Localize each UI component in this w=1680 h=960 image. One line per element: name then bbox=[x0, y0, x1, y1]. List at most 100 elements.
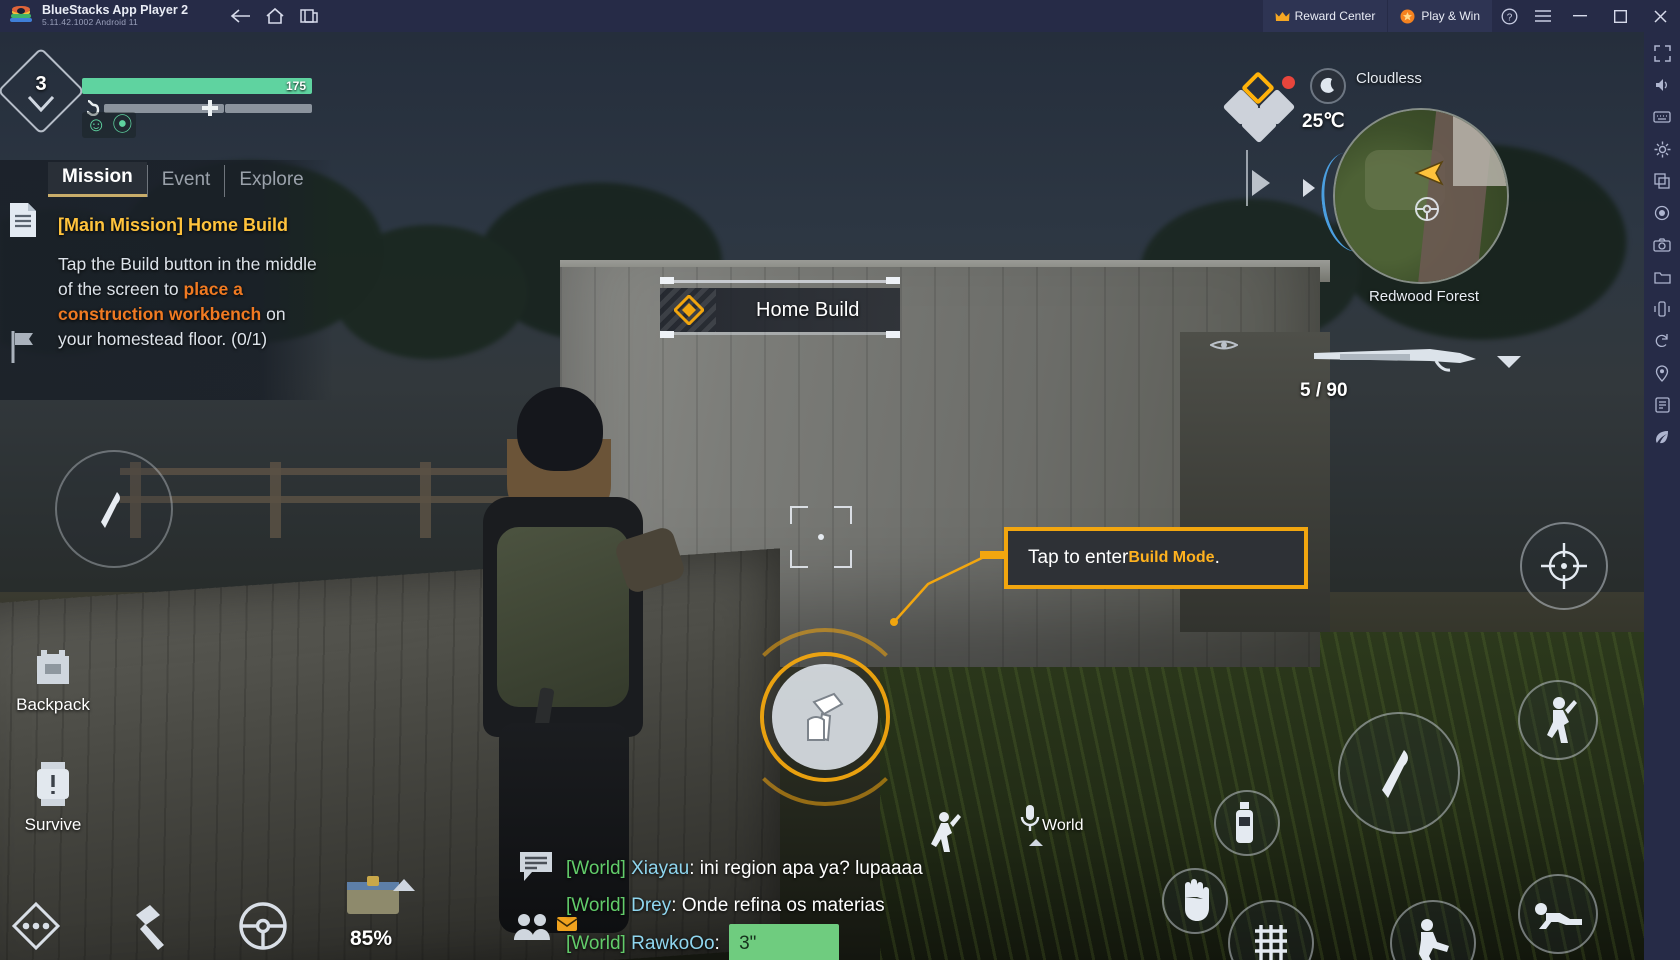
minimize-icon[interactable] bbox=[1560, 0, 1600, 32]
crown-icon bbox=[1275, 11, 1290, 22]
item-button[interactable] bbox=[1214, 790, 1280, 856]
hydration-bar bbox=[225, 104, 312, 113]
survive-button[interactable]: Survive bbox=[12, 760, 94, 835]
fire-button[interactable] bbox=[1338, 712, 1460, 834]
help-circle-icon[interactable]: ? bbox=[1492, 0, 1526, 32]
close-icon[interactable] bbox=[1640, 0, 1680, 32]
game-viewport[interactable]: 3 175 ☺ ⦿ Mission Event Explore [Main Mi… bbox=[0, 32, 1644, 960]
backpack-icon bbox=[29, 642, 77, 693]
weapon-chevron-down-icon[interactable] bbox=[1496, 354, 1522, 375]
chat-message: [World] Xiayau: ini region apa ya? lupaa… bbox=[566, 850, 1206, 887]
pickup-button[interactable] bbox=[1162, 868, 1228, 934]
jump-button[interactable] bbox=[1518, 680, 1598, 760]
people-icon[interactable] bbox=[512, 912, 556, 947]
quest-diamond-icon bbox=[672, 293, 706, 327]
banner-cap-bottom-left bbox=[660, 331, 674, 338]
speaker-icon[interactable] bbox=[1646, 70, 1678, 100]
pin-icon[interactable] bbox=[1646, 358, 1678, 388]
script-icon[interactable] bbox=[1646, 390, 1678, 420]
record-icon[interactable] bbox=[1646, 198, 1678, 228]
reward-center-button[interactable]: Reward Center bbox=[1262, 0, 1388, 32]
survive-label: Survive bbox=[24, 815, 82, 834]
bluestacks-sidebar bbox=[1644, 32, 1680, 960]
chat-channel: [World] bbox=[566, 895, 626, 916]
chat-messages[interactable]: [World] Xiayau: ini region apa ya? lupaa… bbox=[566, 850, 1206, 960]
title-bar: BlueStacks App Player 2 5.11.42.1002 And… bbox=[0, 0, 1680, 32]
maximize-icon[interactable] bbox=[1600, 0, 1640, 32]
chat-input[interactable]: 3" bbox=[729, 924, 840, 960]
crouch-icon bbox=[1419, 919, 1449, 960]
tab-explore[interactable]: Explore bbox=[224, 165, 317, 197]
build-mode-button[interactable] bbox=[736, 628, 914, 806]
folder-icon[interactable] bbox=[1646, 262, 1678, 292]
minimap-tick-line bbox=[1246, 150, 1248, 206]
bottom-toolbar bbox=[10, 900, 288, 957]
home-icon[interactable] bbox=[258, 0, 292, 32]
player-arrow-icon bbox=[1414, 160, 1444, 191]
move-joystick[interactable] bbox=[55, 450, 173, 568]
weather-condition: Cloudless bbox=[1356, 70, 1422, 87]
buff-icons[interactable]: ☺ ⦿ bbox=[82, 112, 137, 138]
shake-icon[interactable] bbox=[1646, 294, 1678, 324]
backpack-label: Backpack bbox=[16, 695, 90, 714]
document-icon[interactable] bbox=[8, 202, 38, 243]
chat-author: Drey bbox=[631, 895, 672, 916]
reload-button[interactable] bbox=[1228, 900, 1314, 960]
voice-channel-triangle-icon[interactable] bbox=[1028, 838, 1044, 850]
region-name: Redwood Forest bbox=[1368, 288, 1480, 305]
level-value: 3 bbox=[35, 72, 47, 95]
reload-icon bbox=[1255, 925, 1287, 960]
fullscreen-icon[interactable] bbox=[1646, 38, 1678, 68]
chat-text: ini region apa ya? lupaaaa bbox=[699, 858, 923, 879]
chat-message: [World] Drey: Onde refina os materias bbox=[566, 887, 1206, 924]
tooltip-pointer-line bbox=[890, 554, 987, 626]
diamond-cluster-icon[interactable] bbox=[1222, 71, 1296, 144]
prone-button[interactable] bbox=[1518, 874, 1598, 954]
microphone-icon[interactable] bbox=[1020, 804, 1040, 839]
recents-icon[interactable] bbox=[292, 0, 326, 32]
bullet-icon bbox=[1382, 750, 1408, 798]
quest-banner-label: Home Build bbox=[756, 298, 860, 321]
chat-bubble-icon[interactable] bbox=[518, 850, 554, 889]
coin-icon bbox=[1400, 9, 1415, 24]
plus-icon bbox=[200, 98, 220, 123]
expand-triangle-up-icon[interactable] bbox=[392, 878, 416, 897]
quest-banner[interactable]: Home Build bbox=[660, 288, 900, 332]
shotgun-icon[interactable] bbox=[1310, 337, 1480, 377]
mission-tabs: Mission Event Explore bbox=[48, 162, 318, 197]
bullet-icon bbox=[101, 492, 120, 528]
hammer-icon[interactable] bbox=[126, 901, 174, 956]
chevron-down-icon bbox=[27, 95, 55, 113]
play-and-win-button[interactable]: Play & Win bbox=[1388, 0, 1492, 32]
backpack-button[interactable]: Backpack bbox=[12, 642, 94, 715]
stomach-buff-icon: ⦿ bbox=[112, 114, 133, 136]
tab-event[interactable]: Event bbox=[146, 165, 225, 197]
build-mode-tooltip[interactable]: Tap to enter Build Mode . bbox=[1004, 527, 1308, 589]
mission-description: Tap the Build button in the middle of th… bbox=[58, 252, 320, 352]
emote-run-icon[interactable] bbox=[928, 810, 966, 859]
banner-cap-right bbox=[886, 277, 900, 284]
steering-wheel-icon[interactable] bbox=[238, 901, 288, 956]
tab-mission[interactable]: Mission bbox=[48, 162, 147, 197]
play-and-win-label: Play & Win bbox=[1421, 9, 1480, 23]
voice-channel-label: World bbox=[1042, 817, 1084, 834]
back-icon[interactable] bbox=[224, 0, 258, 32]
camera-icon[interactable] bbox=[1646, 230, 1678, 260]
copy-icon[interactable] bbox=[1646, 166, 1678, 196]
eye-icon[interactable] bbox=[1208, 337, 1240, 358]
level-badge[interactable]: 3 bbox=[0, 47, 85, 135]
watch-alert-icon bbox=[33, 760, 73, 813]
crouch-button[interactable] bbox=[1390, 900, 1476, 960]
rotate-icon[interactable] bbox=[1646, 326, 1678, 356]
tooltip-suffix: . bbox=[1214, 547, 1220, 568]
diamond-dots-icon[interactable] bbox=[10, 900, 62, 957]
reward-center-label: Reward Center bbox=[1294, 9, 1376, 23]
gear-icon[interactable] bbox=[1646, 134, 1678, 164]
aim-button[interactable] bbox=[1520, 522, 1608, 610]
keyboard-icon[interactable] bbox=[1646, 102, 1678, 132]
leaf-icon[interactable] bbox=[1646, 422, 1678, 452]
health-bar-fill bbox=[82, 78, 312, 94]
hamburger-menu-icon[interactable] bbox=[1526, 0, 1560, 32]
hammer-hand-icon bbox=[772, 664, 878, 770]
bluestacks-logo-icon bbox=[10, 5, 32, 27]
